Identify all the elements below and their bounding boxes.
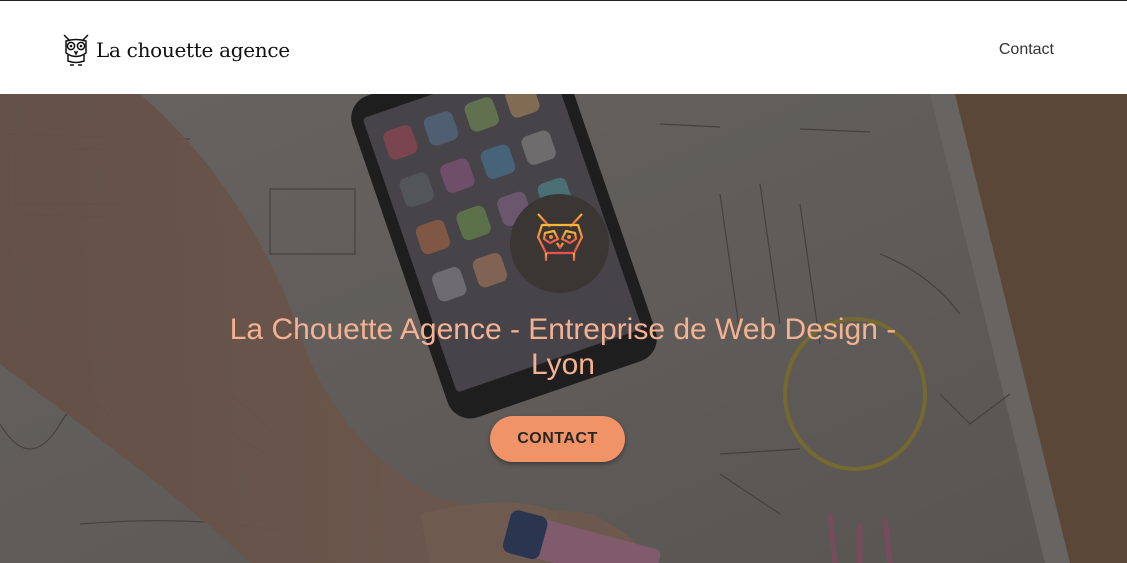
hero-contact-button[interactable]: CONTACT xyxy=(490,416,625,462)
logo-text: La chouette agence xyxy=(96,38,290,62)
owl-logo-icon xyxy=(61,33,91,67)
logo-link[interactable]: La chouette agence xyxy=(61,33,290,67)
nav-contact-link[interactable]: Contact xyxy=(999,41,1054,59)
hero-badge xyxy=(510,194,609,293)
page: La chouette agence Contact La Chouette A… xyxy=(0,0,1127,563)
owl-icon xyxy=(532,211,588,276)
hero-section: La Chouette Agence - Entreprise de Web D… xyxy=(0,94,1127,563)
site-header: La chouette agence Contact xyxy=(0,0,1127,94)
hero-title: La Chouette Agence - Entreprise de Web D… xyxy=(229,313,897,381)
